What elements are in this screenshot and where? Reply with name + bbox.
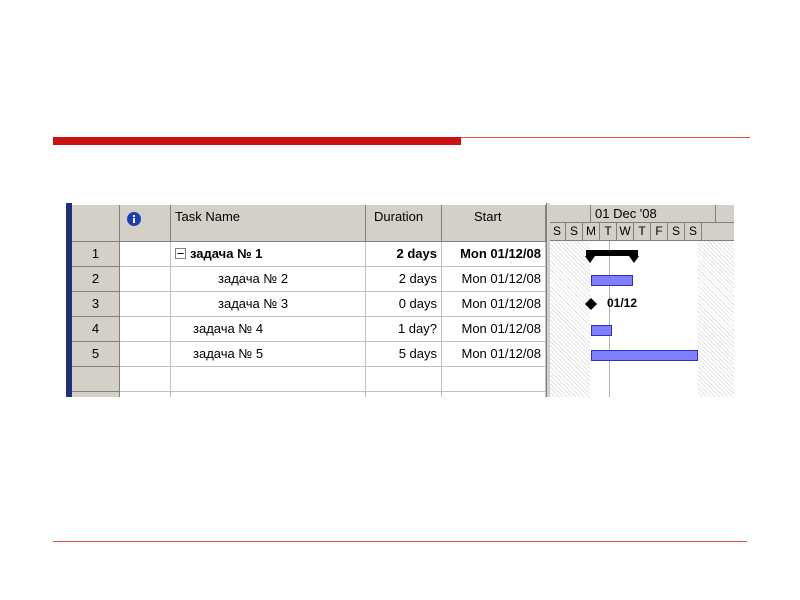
- gantt-timescale-minor: S S M T W T F S S: [550, 223, 734, 241]
- start-column-header[interactable]: Start: [442, 205, 546, 242]
- start-cell[interactable]: [442, 392, 546, 397]
- indicator-cell: [120, 292, 171, 317]
- day-label: F: [651, 223, 668, 240]
- start-cell[interactable]: Mon 01/12/08: [442, 317, 546, 342]
- row-id[interactable]: 5: [72, 342, 120, 367]
- gantt-chart-pane[interactable]: 01 Dec '08 S S M T W T F S S 01/12: [550, 203, 734, 397]
- task-table: Task Name Duration Start 1 задача № 1 2 …: [72, 203, 546, 397]
- task-name-text: задача № 5: [193, 346, 264, 361]
- task-name-text: задача № 3: [218, 296, 289, 311]
- task-bar[interactable]: [591, 350, 698, 361]
- table-row[interactable]: 4 задача № 4 1 day? Mon 01/12/08: [72, 317, 546, 342]
- table-row[interactable]: 3 задача № 3 0 days Mon 01/12/08: [72, 292, 546, 317]
- duration-cell[interactable]: 2 days: [366, 242, 442, 267]
- milestone-label: 01/12: [607, 296, 638, 310]
- indicator-cell: [120, 267, 171, 292]
- title-rule-line: [461, 137, 750, 138]
- start-header-label: Start: [474, 209, 502, 224]
- current-date-line: [609, 241, 610, 397]
- day-label: T: [634, 223, 651, 240]
- empty-table-row[interactable]: [72, 367, 546, 392]
- task-name-cell[interactable]: [171, 392, 366, 397]
- table-row[interactable]: 5 задача № 5 5 days Mon 01/12/08: [72, 342, 546, 367]
- day-label: S: [668, 223, 685, 240]
- day-label: S: [549, 223, 566, 240]
- task-name-cell[interactable]: [171, 367, 366, 392]
- row-id[interactable]: 3: [72, 292, 120, 317]
- day-label: M: [583, 223, 600, 240]
- task-bar[interactable]: [591, 325, 612, 336]
- duration-column-header[interactable]: Duration: [366, 205, 442, 242]
- row-id[interactable]: 4: [72, 317, 120, 342]
- indicator-cell: [120, 392, 171, 397]
- summary-end-marker-icon: [585, 256, 595, 263]
- indicator-cell: [120, 317, 171, 342]
- indicator-cell: [120, 342, 171, 367]
- start-cell[interactable]: [442, 367, 546, 392]
- table-row[interactable]: 1 задача № 1 2 days Mon 01/12/08: [72, 242, 546, 267]
- day-label: W: [617, 223, 634, 240]
- row-id-empty[interactable]: [72, 392, 120, 397]
- day-label: S: [566, 223, 583, 240]
- duration-cell[interactable]: [366, 367, 442, 392]
- duration-header-label: Duration: [374, 209, 424, 224]
- duration-cell[interactable]: 2 days: [366, 267, 442, 292]
- project-screenshot: Task Name Duration Start 1 задача № 1 2 …: [66, 203, 734, 397]
- task-name-column-header[interactable]: Task Name: [171, 205, 366, 242]
- info-icon: [127, 212, 141, 226]
- gantt-timescale-major: 01 Dec '08: [550, 205, 734, 223]
- task-name-cell[interactable]: задача № 2: [171, 267, 366, 292]
- task-name-cell[interactable]: задача № 4: [171, 317, 366, 342]
- row-id[interactable]: 1: [72, 242, 120, 267]
- duration-cell[interactable]: 1 day?: [366, 317, 442, 342]
- milestone-diamond-icon[interactable]: [585, 298, 597, 310]
- task-name-text: задача № 4: [193, 321, 264, 336]
- row-id[interactable]: 2: [72, 267, 120, 292]
- duration-cell[interactable]: 5 days: [366, 342, 442, 367]
- nonworking-time-shading: [550, 241, 590, 397]
- task-name-text: задача № 2: [218, 271, 289, 286]
- day-label: T: [600, 223, 617, 240]
- task-name-cell[interactable]: задача № 5: [171, 342, 366, 367]
- title-accent-bar: [53, 137, 461, 145]
- day-label: S: [685, 223, 702, 240]
- task-name-text: задача № 1: [190, 246, 263, 261]
- minus-box-icon[interactable]: [175, 248, 186, 259]
- footer-rule-line: [53, 541, 747, 542]
- start-cell[interactable]: Mon 01/12/08: [442, 242, 546, 267]
- empty-table-row[interactable]: [72, 392, 546, 397]
- duration-cell[interactable]: [366, 392, 442, 397]
- select-all-header[interactable]: [72, 205, 120, 242]
- indicator-cell: [120, 242, 171, 267]
- start-cell[interactable]: Mon 01/12/08: [442, 292, 546, 317]
- task-name-header-label: Task Name: [175, 209, 241, 224]
- task-bar[interactable]: [591, 275, 633, 286]
- duration-cell[interactable]: 0 days: [366, 292, 442, 317]
- indicator-cell: [120, 367, 171, 392]
- summary-end-marker-icon: [629, 256, 639, 263]
- indicators-column-header[interactable]: [120, 205, 171, 242]
- week-label: 01 Dec '08: [595, 206, 657, 221]
- start-cell[interactable]: Mon 01/12/08: [442, 342, 546, 367]
- task-name-cell[interactable]: задача № 3: [171, 292, 366, 317]
- task-name-cell[interactable]: задача № 1: [171, 242, 366, 267]
- nonworking-time-shading: [698, 241, 734, 397]
- row-id-empty[interactable]: [72, 367, 120, 392]
- start-cell[interactable]: Mon 01/12/08: [442, 267, 546, 292]
- table-row[interactable]: 2 задача № 2 2 days Mon 01/12/08: [72, 267, 546, 292]
